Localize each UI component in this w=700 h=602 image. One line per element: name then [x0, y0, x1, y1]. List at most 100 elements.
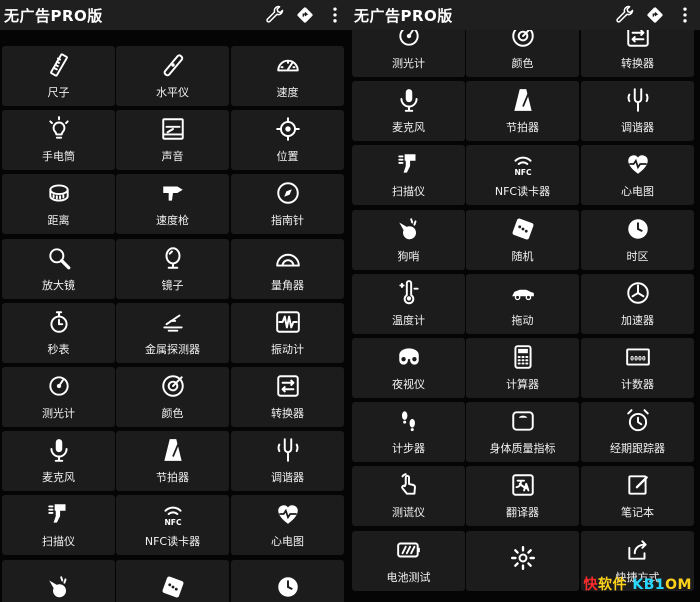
tool-tile[interactable]: 麦克风: [2, 431, 115, 492]
tool-label: 麦克风: [392, 121, 425, 135]
watermark-text: 快: [583, 577, 599, 593]
wrench-icon[interactable]: [260, 0, 290, 30]
dice-icon: [162, 576, 183, 598]
tool-tile[interactable]: 速度: [231, 46, 344, 106]
tool-tile[interactable]: 金属探测器: [116, 302, 229, 363]
tool-label: 计步器: [392, 442, 425, 456]
left-panel: 无广告PRO版 尺子 水平仪 速度手电筒 声音 位置距离 速度枪 指南针放大镜 镜子 量角器秒表…: [0, 0, 350, 602]
notepad-icon: [627, 475, 648, 496]
tool-label: 拖动: [511, 313, 534, 327]
tool-tile[interactable]: 声音: [116, 110, 229, 171]
vibration-meter-icon: [275, 311, 300, 333]
tool-tile[interactable]: [231, 559, 344, 602]
tool-tile[interactable]: 计算器: [466, 338, 579, 398]
tool-label: 位置: [276, 150, 299, 164]
tool-tile[interactable]: 调谐器: [231, 431, 344, 492]
tool-tile[interactable]: 位置: [231, 110, 344, 171]
share-icon: [627, 539, 647, 560]
tool-tile[interactable]: 水平仪: [116, 46, 229, 106]
tool-tile[interactable]: 时区: [581, 209, 694, 270]
tool-tile[interactable]: 测光计: [2, 367, 115, 427]
converter-icon: [276, 375, 299, 397]
tool-tile[interactable]: 放大镜: [2, 238, 115, 299]
app-bar-actions: [260, 0, 350, 30]
tool-tile[interactable]: 转换器: [231, 367, 344, 427]
tool-tile[interactable]: 尺子: [2, 46, 115, 106]
nfc-icon: NFC: [163, 507, 181, 527]
tool-tile[interactable]: 手电筒: [2, 110, 115, 171]
tool-label: 经期跟踪器: [610, 442, 665, 456]
tool-tile[interactable]: 拖动: [466, 273, 579, 334]
tool-tile[interactable]: 镜子: [116, 238, 229, 299]
tool-tile[interactable]: 节拍器: [116, 431, 229, 492]
tool-tile[interactable]: 心电图: [231, 495, 344, 556]
tool-tile[interactable]: 麦克风: [352, 81, 465, 142]
tool-label: 速度: [276, 86, 299, 99]
tool-label: 颜色: [511, 57, 534, 70]
tool-tile[interactable]: 调谐器: [581, 81, 694, 142]
tool-tile[interactable]: [2, 559, 115, 602]
whistle-icon: [48, 575, 66, 597]
finger-touch-icon: [400, 473, 416, 496]
tool-tile[interactable]: 翻译器: [466, 466, 579, 527]
tool-label: 加速器: [621, 313, 654, 327]
counter-icon: 0000: [625, 348, 650, 366]
tool-label: 颜色: [161, 407, 184, 420]
tool-label: 声音: [161, 150, 184, 164]
tool-label: 振动计: [271, 342, 304, 356]
stopwatch-icon: [49, 311, 68, 333]
app-title: 无广告PRO版: [354, 6, 453, 25]
tool-tile[interactable]: 测谎仪: [352, 466, 465, 527]
tool-tile[interactable]: 距离: [2, 174, 115, 235]
tool-label: 测光计: [42, 407, 75, 420]
footsteps-icon: [401, 411, 415, 432]
tool-tile[interactable]: 量角器: [231, 238, 344, 299]
tool-tile[interactable]: 电池测试: [352, 530, 465, 591]
diamond-pointer-icon[interactable]: [290, 0, 320, 30]
tool-tile[interactable]: 扫描仪: [352, 145, 465, 206]
wrench-icon[interactable]: [610, 0, 640, 30]
tool-tile[interactable]: 颜色: [116, 367, 229, 427]
tool-tile[interactable]: 心电图: [581, 145, 694, 206]
tool-label: NFC读卡器: [494, 185, 551, 199]
app-bar: 无广告PRO版: [0, 0, 350, 30]
tool-label: 指南针: [271, 214, 304, 228]
tool-tile[interactable]: 夜视仪: [352, 338, 465, 398]
tool-tile[interactable]: 振动计: [231, 302, 344, 363]
tool-label: NFC读卡器: [144, 535, 201, 549]
mirror-icon: [165, 246, 180, 269]
tool-tile[interactable]: 身体质量指标: [466, 402, 579, 463]
tool-tile[interactable]: [116, 559, 229, 602]
tool-tile[interactable]: 0000 计数器: [581, 338, 694, 398]
tool-tile[interactable]: 温度计: [352, 273, 465, 334]
tool-tile[interactable]: 节拍器: [466, 81, 579, 142]
night-vision-icon: [398, 348, 419, 365]
tuning-fork-icon: [277, 438, 298, 462]
tool-tile[interactable]: 笔记本: [581, 466, 694, 527]
tool-tile[interactable]: NFC NFC读卡器: [116, 495, 229, 556]
tool-label: 量角器: [271, 278, 304, 292]
tool-tile[interactable]: 加速器: [581, 273, 694, 334]
tool-tile[interactable]: 计步器: [352, 402, 465, 463]
tool-label: 节拍器: [156, 471, 189, 485]
tool-tile[interactable]: 随机: [466, 209, 579, 270]
tool-tile[interactable]: NFC NFC读卡器: [466, 145, 579, 206]
tool-label: 水平仪: [156, 86, 189, 99]
magnifier-icon: [48, 247, 70, 269]
tool-tile[interactable]: [466, 530, 579, 591]
watermark: 快软件 KB1OM: [584, 574, 692, 594]
tool-tile[interactable]: 指南针: [231, 174, 344, 235]
tool-label: 尺子: [47, 86, 70, 99]
light-meter-icon: [48, 376, 69, 396]
tool-tile[interactable]: 经期跟踪器: [581, 402, 694, 463]
app-bar-right: 无广告PRO版: [350, 0, 700, 30]
scanner-icon: [47, 504, 65, 524]
tool-tile[interactable]: 狗哨: [352, 209, 465, 270]
diamond-pointer-icon[interactable]: [640, 0, 670, 30]
tool-tile[interactable]: 扫描仪: [2, 495, 115, 556]
more-vert-icon[interactable]: [670, 0, 700, 30]
color-picker-icon: [161, 375, 184, 397]
tool-tile[interactable]: 速度枪: [116, 174, 229, 235]
more-vert-icon[interactable]: [320, 0, 350, 30]
tool-tile[interactable]: 秒表: [2, 302, 115, 363]
